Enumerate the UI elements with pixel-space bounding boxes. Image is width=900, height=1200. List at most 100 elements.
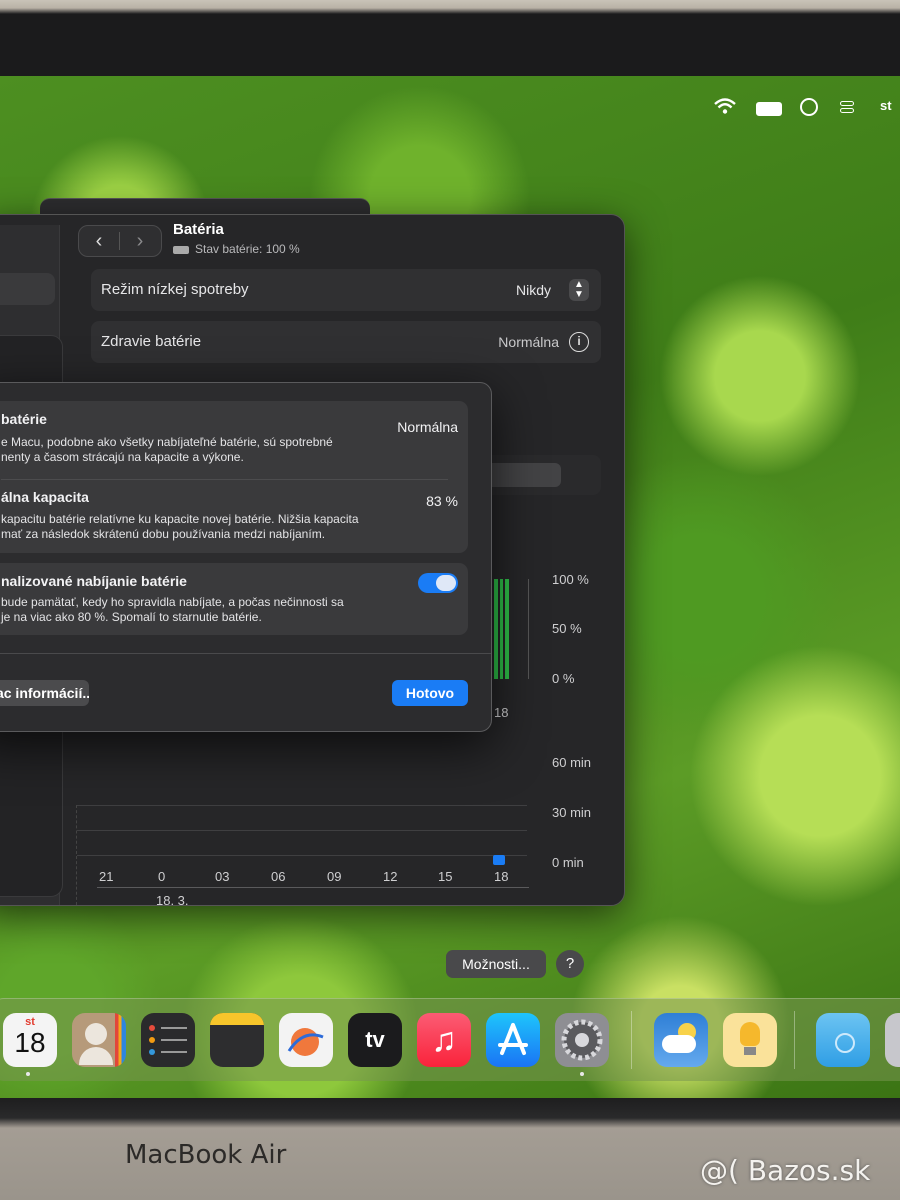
chevron-left-icon[interactable]: ‹ — [79, 226, 119, 256]
search-icon[interactable] — [800, 98, 818, 116]
music-icon[interactable]: ♫ — [417, 1013, 471, 1067]
dock: st 18 tv ♫ — [0, 998, 900, 1081]
capacity-desc-2: mať za následok skrátenú dobu používania… — [1, 527, 326, 541]
usage-tick: 12 — [383, 869, 398, 884]
battery-status: Stav batérie: 100 % — [173, 242, 300, 256]
reminders-icon[interactable] — [141, 1013, 195, 1067]
tv-label: tv — [365, 1027, 385, 1052]
battery-health-sheet: batérie Normálna e Macu, podobne ako vše… — [0, 382, 492, 732]
battery-health-value: Normálna — [498, 334, 559, 350]
calendar-date: 18 — [14, 1027, 46, 1058]
brand-label: MacBook Air — [125, 1140, 287, 1170]
desktop-screen: st ‹ › Batéria Stav batérie: 100 % Režim… — [0, 76, 900, 1098]
usage-baseline — [97, 887, 529, 888]
chevron-right-icon[interactable]: › — [120, 226, 160, 256]
condition-desc-1: e Macu, podobne ako všetky nabíjateľné b… — [1, 435, 333, 449]
reminder-line — [161, 1027, 187, 1029]
usage-tick: 03 — [215, 869, 230, 884]
reminder-dot — [149, 1049, 155, 1055]
done-button[interactable]: Hotovo — [392, 680, 468, 706]
downloads-folder-icon[interactable] — [816, 1013, 870, 1067]
navigation-buttons: ‹ › — [78, 225, 162, 257]
level-bar — [499, 579, 504, 679]
contact-head — [85, 1023, 107, 1045]
grid-line — [77, 830, 527, 831]
calendar-icon[interactable]: st 18 — [3, 1013, 57, 1067]
usage-tick: 09 — [327, 869, 342, 884]
optimized-charging-toggle[interactable] — [418, 573, 458, 593]
more-info-button[interactable]: Viac informácií... — [0, 680, 89, 706]
watermark: @( Bazos.sk — [700, 1154, 871, 1187]
battery-small-icon — [173, 245, 189, 254]
optimized-title: nalizované nabíjanie batérie — [1, 573, 187, 589]
settings-icon[interactable] — [555, 1013, 609, 1067]
optimized-desc-1: bude pamätať, kedy ho spravidla nabíjate… — [1, 595, 344, 609]
reminder-dot — [149, 1037, 155, 1043]
stepper-icon[interactable]: ▲ ▼ — [569, 279, 589, 301]
wifi-icon[interactable] — [714, 98, 736, 114]
usage-tick: 0 — [158, 869, 166, 884]
axis-0min: 0 min — [552, 855, 584, 870]
help-button[interactable]: ? — [556, 950, 584, 978]
battery-health-label: Zdravie batérie — [101, 333, 202, 350]
battery-health-row: Zdravie batérie Normálna i — [91, 321, 601, 363]
level-bar — [505, 579, 510, 679]
usage-tick: 06 — [271, 869, 286, 884]
low-power-value[interactable]: Nikdy — [516, 282, 551, 298]
weather-icon[interactable] — [654, 1013, 708, 1067]
sheet-divider — [0, 653, 491, 654]
menubar-date[interactable]: st — [880, 98, 892, 113]
tips-icon[interactable] — [723, 1013, 777, 1067]
battery-status-text: Stav batérie: 100 % — [195, 242, 300, 256]
control-center-icon[interactable] — [840, 101, 854, 115]
condition-desc-2: nenty a časom strácajú na kapacite a výk… — [1, 450, 244, 464]
contacts-icon[interactable] — [72, 1013, 126, 1067]
trash-icon[interactable] — [885, 1013, 900, 1067]
axis-50: 50 % — [552, 621, 582, 636]
card-divider — [1, 479, 448, 480]
usage-date-label: 18. 3. — [156, 893, 189, 908]
level-bar — [493, 579, 498, 679]
condition-title: batérie — [1, 411, 47, 427]
menu-bar: st — [700, 94, 900, 122]
tv-icon[interactable]: tv — [348, 1013, 402, 1067]
running-indicator — [580, 1072, 584, 1076]
usage-tick: 21 — [99, 869, 114, 884]
running-indicator — [26, 1072, 30, 1076]
freeform-shape — [287, 1028, 324, 1056]
optimized-charging-card: nalizované nabíjanie batérie bude pamäta… — [0, 563, 468, 635]
low-power-label: Režim nízkej spotreby — [101, 281, 249, 298]
axis-100: 100 % — [552, 572, 589, 587]
page-title: Batéria — [173, 221, 224, 238]
axis-30min: 30 min — [552, 805, 592, 820]
capacity-title: álna kapacita — [1, 489, 89, 505]
toggle-knob — [436, 575, 456, 591]
capacity-value: 83 % — [426, 493, 458, 509]
cloud-shape — [662, 1035, 696, 1053]
axis-60min: 60 min — [552, 755, 592, 770]
usage-chart — [76, 805, 527, 905]
music-note: ♫ — [431, 1021, 457, 1059]
contact-body — [79, 1047, 113, 1065]
usage-tick: 15 — [438, 869, 453, 884]
app-store-icon[interactable] — [486, 1013, 540, 1067]
reminder-line — [161, 1039, 187, 1041]
sidebar-selected-item[interactable] — [0, 273, 55, 305]
info-icon[interactable]: i — [569, 332, 589, 352]
options-button[interactable]: Možnosti... — [446, 950, 546, 978]
notes-header — [210, 1013, 264, 1025]
level-tick-18: 18 — [494, 705, 509, 720]
freeform-icon[interactable] — [279, 1013, 333, 1067]
condition-value: Normálna — [397, 419, 458, 435]
more-info-label: Viac informácií... — [0, 685, 89, 701]
battery-icon[interactable] — [756, 102, 782, 116]
low-power-row[interactable]: Režim nízkej spotreby Nikdy ▲ ▼ — [91, 269, 601, 311]
capacity-desc-1: kapacitu batérie relatívne ku kapacite n… — [1, 512, 359, 526]
notes-icon[interactable] — [210, 1013, 264, 1067]
grid-line — [77, 805, 527, 806]
reminder-line — [161, 1051, 187, 1053]
usage-tick: 18 — [494, 869, 509, 884]
bulb-shape — [740, 1022, 760, 1046]
usage-bar — [493, 855, 505, 865]
grid-line — [77, 855, 527, 856]
